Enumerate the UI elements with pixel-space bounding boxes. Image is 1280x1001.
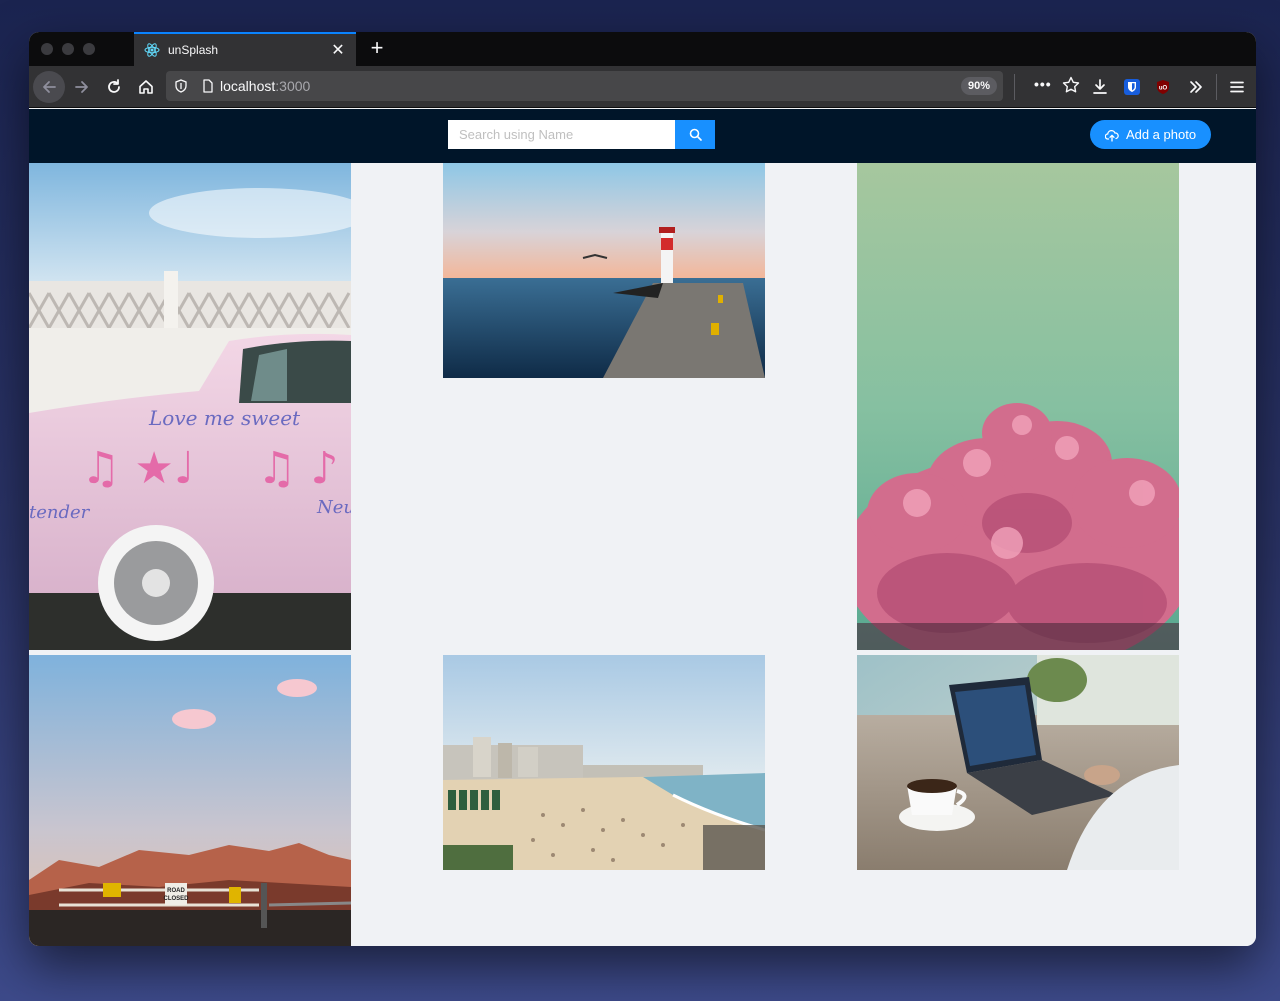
photo-laptop-coffee[interactable]: [857, 655, 1179, 870]
downloads-button[interactable]: [1084, 71, 1116, 103]
star-icon[interactable]: [1061, 75, 1081, 100]
reload-button[interactable]: [98, 71, 130, 103]
chevrons-right-icon: [1190, 81, 1202, 93]
arrow-right-icon: [75, 81, 88, 93]
window-controls: [41, 43, 95, 55]
new-tab-button[interactable]: +: [365, 36, 389, 60]
add-photo-label: Add a photo: [1125, 127, 1197, 142]
toolbar-divider: [1014, 74, 1015, 100]
photo-crowded-beach[interactable]: [443, 655, 765, 870]
app-menu-button[interactable]: [1221, 71, 1253, 103]
photo-lighthouse-pier[interactable]: [443, 163, 765, 378]
tab-title: unSplash: [168, 43, 219, 57]
home-icon: [139, 80, 153, 94]
car-lettering-2: tender: [29, 502, 91, 523]
car-lettering-3: Neu: [316, 497, 351, 518]
svg-text:uO: uO: [1159, 86, 1168, 92]
browser-toolbar: localhost:3000 90% ••• uO: [29, 66, 1256, 108]
forward-button[interactable]: [66, 71, 98, 103]
url-port: :3000: [275, 78, 311, 94]
svg-text:♫ ★♩: ♫ ★♩: [81, 443, 195, 494]
toolbar-divider: [1216, 74, 1217, 100]
shield-icon[interactable]: [166, 79, 196, 93]
photo-gallery: Love me sweet tender Neu ♫ ★♩ ♫ ♪: [29, 163, 1256, 946]
page-icon: [196, 79, 220, 93]
svg-text:♫ ♪: ♫ ♪: [257, 443, 339, 494]
car-lettering-1: Love me sweet: [148, 406, 301, 430]
road-sign-line-1: ROAD: [167, 888, 185, 894]
minimize-window-button[interactable]: [62, 43, 74, 55]
back-button[interactable]: [33, 71, 65, 103]
photo-pink-blossom[interactable]: [857, 163, 1179, 650]
photo-pink-car[interactable]: Love me sweet tender Neu ♫ ★♩ ♫ ♪: [29, 163, 351, 650]
zoom-level-badge[interactable]: 90%: [961, 77, 998, 95]
ublock-extension-button[interactable]: uO: [1147, 71, 1179, 103]
photo-desert-road-closed[interactable]: ROAD CLOSED: [29, 655, 351, 946]
react-icon: [144, 42, 160, 58]
ublock-icon: uO: [1157, 80, 1169, 94]
download-icon: [1093, 79, 1107, 94]
arrow-left-icon: [43, 81, 56, 93]
search-button[interactable]: [675, 120, 715, 149]
bitwarden-extension-button[interactable]: [1116, 71, 1148, 103]
url-bar[interactable]: localhost:3000 90% •••: [166, 71, 1080, 101]
page-actions-button[interactable]: •••: [1034, 76, 1052, 92]
url-text[interactable]: localhost:3000: [220, 78, 310, 94]
cloud-upload-icon: [1104, 129, 1119, 142]
app-header: Add a photo: [29, 109, 1256, 163]
reload-icon: [108, 79, 120, 93]
road-sign-line-2: CLOSED: [163, 896, 189, 902]
active-tab[interactable]: unSplash ✕: [134, 32, 356, 66]
zoom-window-button[interactable]: [83, 43, 95, 55]
overflow-menu-button[interactable]: [1180, 71, 1212, 103]
url-host: localhost: [220, 78, 276, 94]
search-input[interactable]: [448, 120, 675, 149]
tab-strip: unSplash ✕ +: [29, 32, 1256, 66]
add-photo-button[interactable]: Add a photo: [1090, 120, 1211, 149]
search-icon: [689, 128, 702, 141]
close-tab-icon[interactable]: ✕: [330, 40, 346, 60]
hamburger-icon: [1230, 81, 1244, 93]
browser-window: unSplash ✕ + localhost:3000 90% ••• uO S…: [29, 32, 1256, 946]
close-window-button[interactable]: [41, 43, 53, 55]
home-button[interactable]: [130, 71, 162, 103]
bitwarden-icon: [1124, 79, 1140, 95]
